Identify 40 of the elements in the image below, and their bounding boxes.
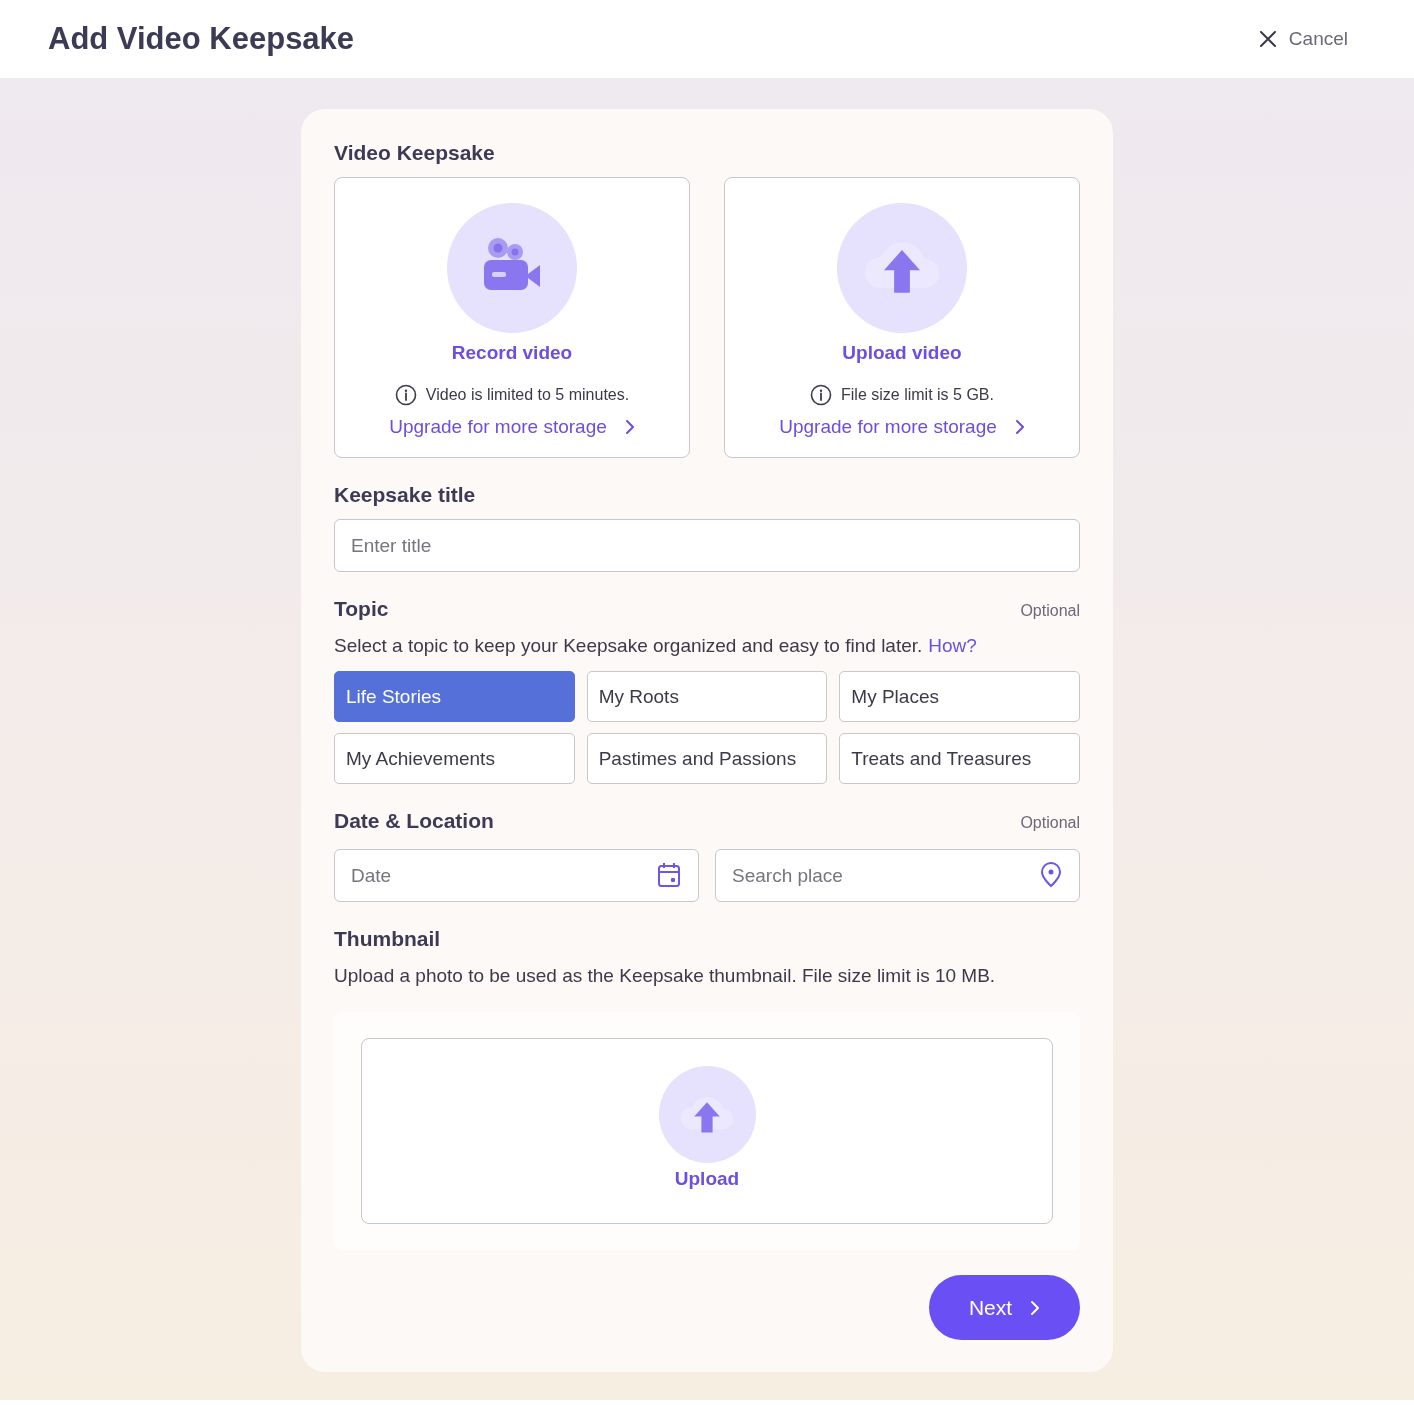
info-text: File size limit is 5 GB. [841, 386, 994, 404]
location-pin-icon [1040, 862, 1062, 888]
topic-option[interactable]: My Places [839, 671, 1080, 722]
option-title: Upload video [842, 342, 962, 364]
place-search-field[interactable]: Search place [715, 849, 1080, 902]
chevron-icon [624, 419, 635, 435]
section-label: Date & Location [334, 809, 494, 833]
chevron-icon [1014, 419, 1025, 435]
section-label: Topic [334, 597, 389, 621]
upgrade-link[interactable]: Upgrade for more storage [779, 416, 1025, 438]
upgrade-link[interactable]: Upgrade for more storage [389, 416, 635, 438]
thumbnail-description: Upload a photo to be used as the Keepsake thumbnail. File size limit is 10 MB. [334, 965, 996, 986]
next-button[interactable]: Next [929, 1275, 1080, 1340]
close-icon [1258, 30, 1277, 48]
optional-label: Optional [1020, 814, 1080, 832]
cancel-button[interactable]: Cancel [1258, 28, 1348, 50]
date-field[interactable]: Date [334, 849, 699, 902]
how-link[interactable]: How? [928, 635, 977, 656]
info-text: Video is limited to 5 minutes. [425, 386, 630, 404]
section-label: Thumbnail [334, 927, 441, 950]
upload-dropzone[interactable]: Upload [361, 1038, 1053, 1224]
upload-label: Upload [674, 1168, 740, 1190]
topic-option[interactable]: My Roots [586, 671, 828, 722]
topic-option[interactable]: Pastimes and Passions [586, 733, 828, 784]
topic-description: Select a topic to keep your Keepsake organized and easy to find later. [334, 635, 923, 656]
title-field[interactable]: Enter title [334, 519, 1080, 572]
topic-option[interactable]: My Achievements [334, 733, 575, 784]
video-option-card[interactable]: Record video Video is limited to 5 minutes. Upgrade for more storage [334, 177, 690, 458]
info-icon [394, 384, 417, 406]
page-title: Add Video Keepsake [48, 21, 355, 57]
info-icon [810, 384, 833, 406]
section-label: Keepsake title [334, 483, 476, 506]
chevron-icon [1030, 1299, 1041, 1316]
topic-option[interactable]: Treats and Treasures [839, 733, 1080, 784]
option-title: Record video [451, 342, 573, 364]
calendar-icon [657, 862, 681, 888]
section-label: Video Keepsake [334, 141, 495, 164]
video-option-card[interactable]: Upload video File size limit is 5 GB. Upgrade for more storage [724, 177, 1080, 458]
topic-option[interactable]: Life Stories [334, 671, 575, 722]
optional-label: Optional [1020, 602, 1080, 620]
